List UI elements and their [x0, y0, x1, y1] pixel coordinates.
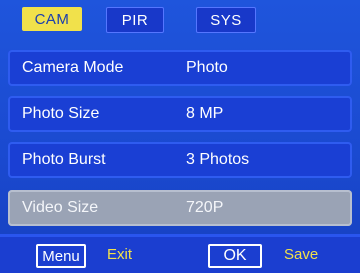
tab-pir[interactable]: PIR [106, 7, 164, 33]
menu-item-value: 8 MP [186, 105, 224, 122]
menu-item-video-size[interactable]: Video Size 720P [8, 190, 352, 226]
camera-settings-screen: CAM PIR SYS Camera Mode Photo Photo Size… [0, 0, 360, 273]
menu-item-value: 3 Photos [186, 151, 250, 168]
menu-item-value: Photo [186, 59, 228, 76]
menu-key-button[interactable]: Menu [36, 244, 86, 268]
menu-item-label: Camera Mode [22, 59, 124, 76]
ok-key-button[interactable]: OK [208, 244, 262, 268]
tab-bar: CAM PIR SYS [0, 0, 360, 36]
save-hint: Save [284, 246, 319, 263]
footer-hint-bar: Menu Exit OK Save [0, 234, 360, 273]
tab-cam[interactable]: CAM [22, 7, 82, 31]
menu-item-label: Photo Size [22, 105, 100, 122]
tab-sys[interactable]: SYS [196, 7, 256, 33]
exit-hint: Exit [107, 246, 133, 263]
menu-item-value: 720P [186, 199, 224, 216]
menu-item-label: Photo Burst [22, 151, 106, 168]
menu-item-camera-mode[interactable]: Camera Mode Photo [8, 50, 352, 86]
menu-item-photo-burst[interactable]: Photo Burst 3 Photos [8, 142, 352, 178]
menu-item-label: Video Size [22, 199, 99, 216]
menu-item-photo-size[interactable]: Photo Size 8 MP [8, 96, 352, 132]
